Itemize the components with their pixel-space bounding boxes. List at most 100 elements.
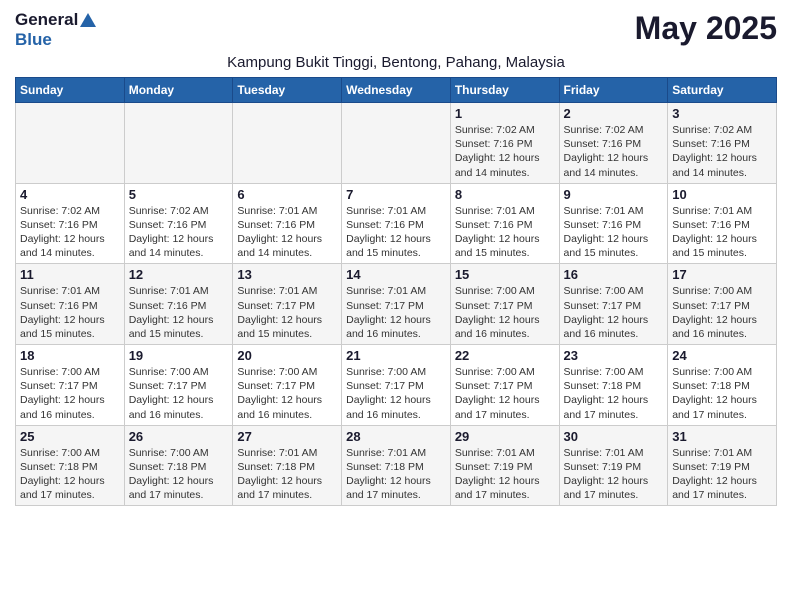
calendar-table: SundayMondayTuesdayWednesdayThursdayFrid…	[15, 77, 777, 506]
calendar-cell: 25Sunrise: 7:00 AM Sunset: 7:18 PM Dayli…	[16, 425, 125, 506]
day-number: 24	[672, 348, 772, 363]
day-info: Sunrise: 7:01 AM Sunset: 7:16 PM Dayligh…	[129, 284, 229, 341]
calendar-week-row: 11 Sunrise: 7:01 AM Sunset: 7:16 PM Dayli…	[16, 264, 777, 345]
calendar-cell: 8 Sunrise: 7:01 AM Sunset: 7:16 PM Daylig…	[450, 183, 559, 264]
day-info: Sunrise: 7:01 AM Sunset: 7:18 PM Dayligh…	[237, 446, 337, 503]
day-info: Sunrise: 7:00 AM Sunset: 7:17 PM Dayligh…	[346, 365, 446, 422]
logo: General Blue	[15, 10, 96, 50]
calendar-cell: 21 Sunrise: 7:00 AM Sunset: 7:17 PM Dayli…	[342, 345, 451, 426]
day-info: Sunrise: 7:01 AM Sunset: 7:16 PM Dayligh…	[20, 284, 120, 341]
day-number: 14	[346, 267, 446, 282]
day-number: 5	[129, 187, 229, 202]
calendar-cell: 29 Sunrise: 7:01 AM Sunset: 7:19 PM Dayli…	[450, 425, 559, 506]
day-info: Sunrise: 7:01 AM Sunset: 7:16 PM Dayligh…	[672, 204, 772, 261]
header-thursday: Thursday	[450, 78, 559, 103]
logo-icon	[80, 13, 96, 27]
header-tuesday: Tuesday	[233, 78, 342, 103]
day-number: 20	[237, 348, 337, 363]
calendar-cell: 10 Sunrise: 7:01 AM Sunset: 7:16 PM Dayli…	[668, 183, 777, 264]
calendar-cell: 7Sunrise: 7:01 AM Sunset: 7:16 PM Daylig…	[342, 183, 451, 264]
day-info: Sunrise: 7:00 AM Sunset: 7:18 PM Dayligh…	[20, 446, 120, 503]
day-number: 29	[455, 429, 555, 444]
day-info: Sunrise: 7:00 AM Sunset: 7:17 PM Dayligh…	[237, 365, 337, 422]
day-number: 22	[455, 348, 555, 363]
day-info: Sunrise: 7:01 AM Sunset: 7:16 PM Dayligh…	[455, 204, 555, 261]
calendar-week-row: 4 Sunrise: 7:02 AM Sunset: 7:16 PM Daylig…	[16, 183, 777, 264]
calendar-cell: 4 Sunrise: 7:02 AM Sunset: 7:16 PM Daylig…	[16, 183, 125, 264]
day-info: Sunrise: 7:02 AM Sunset: 7:16 PM Dayligh…	[129, 204, 229, 261]
day-info: Sunrise: 7:00 AM Sunset: 7:17 PM Dayligh…	[564, 284, 664, 341]
day-number: 10	[672, 187, 772, 202]
calendar-cell: 19Sunrise: 7:00 AM Sunset: 7:17 PM Dayli…	[124, 345, 233, 426]
calendar-cell: 24 Sunrise: 7:00 AM Sunset: 7:18 PM Dayli…	[668, 345, 777, 426]
calendar-cell: 20 Sunrise: 7:00 AM Sunset: 7:17 PM Dayli…	[233, 345, 342, 426]
day-number: 9	[564, 187, 664, 202]
calendar-cell: 11 Sunrise: 7:01 AM Sunset: 7:16 PM Dayli…	[16, 264, 125, 345]
day-info: Sunrise: 7:00 AM Sunset: 7:17 PM Dayligh…	[20, 365, 120, 422]
day-number: 18	[20, 348, 120, 363]
day-info: Sunrise: 7:00 AM Sunset: 7:17 PM Dayligh…	[672, 284, 772, 341]
calendar-cell: 28 Sunrise: 7:01 AM Sunset: 7:18 PM Dayli…	[342, 425, 451, 506]
day-number: 8	[455, 187, 555, 202]
calendar-cell: 5 Sunrise: 7:02 AM Sunset: 7:16 PM Daylig…	[124, 183, 233, 264]
day-number: 7	[346, 187, 446, 202]
day-number: 17	[672, 267, 772, 282]
logo-blue-text: Blue	[15, 30, 52, 49]
calendar-cell: 15Sunrise: 7:00 AM Sunset: 7:17 PM Dayli…	[450, 264, 559, 345]
day-number: 13	[237, 267, 337, 282]
day-info: Sunrise: 7:01 AM Sunset: 7:16 PM Dayligh…	[237, 204, 337, 261]
day-number: 6	[237, 187, 337, 202]
day-info: Sunrise: 7:01 AM Sunset: 7:19 PM Dayligh…	[564, 446, 664, 503]
day-info: Sunrise: 7:02 AM Sunset: 7:16 PM Dayligh…	[455, 123, 555, 180]
logo-general-text: General	[15, 10, 78, 30]
day-number: 28	[346, 429, 446, 444]
day-number: 1	[455, 106, 555, 121]
day-number: 11	[20, 267, 120, 282]
calendar-cell: 12Sunrise: 7:01 AM Sunset: 7:16 PM Dayli…	[124, 264, 233, 345]
day-info: Sunrise: 7:02 AM Sunset: 7:16 PM Dayligh…	[672, 123, 772, 180]
calendar-cell: 16 Sunrise: 7:00 AM Sunset: 7:17 PM Dayli…	[559, 264, 668, 345]
day-number: 3	[672, 106, 772, 121]
month-title: May 2025	[635, 10, 777, 47]
calendar-cell: 18 Sunrise: 7:00 AM Sunset: 7:17 PM Dayli…	[16, 345, 125, 426]
calendar-cell: 17 Sunrise: 7:00 AM Sunset: 7:17 PM Dayli…	[668, 264, 777, 345]
calendar-cell: 13Sunrise: 7:01 AM Sunset: 7:17 PM Dayli…	[233, 264, 342, 345]
day-number: 27	[237, 429, 337, 444]
calendar-cell: 30Sunrise: 7:01 AM Sunset: 7:19 PM Dayli…	[559, 425, 668, 506]
calendar-week-row: 1 Sunrise: 7:02 AM Sunset: 7:16 PM Daylig…	[16, 103, 777, 184]
calendar-cell: 1 Sunrise: 7:02 AM Sunset: 7:16 PM Daylig…	[450, 103, 559, 184]
calendar-cell: 6 Sunrise: 7:01 AM Sunset: 7:16 PM Daylig…	[233, 183, 342, 264]
calendar-cell: 14 Sunrise: 7:01 AM Sunset: 7:17 PM Dayli…	[342, 264, 451, 345]
day-info: Sunrise: 7:01 AM Sunset: 7:18 PM Dayligh…	[346, 446, 446, 503]
header-wednesday: Wednesday	[342, 78, 451, 103]
day-info: Sunrise: 7:00 AM Sunset: 7:17 PM Dayligh…	[129, 365, 229, 422]
day-number: 4	[20, 187, 120, 202]
day-info: Sunrise: 7:01 AM Sunset: 7:17 PM Dayligh…	[346, 284, 446, 341]
header-sunday: Sunday	[16, 78, 125, 103]
day-number: 31	[672, 429, 772, 444]
page-header: General Blue May 2025	[15, 10, 777, 50]
day-info: Sunrise: 7:01 AM Sunset: 7:19 PM Dayligh…	[455, 446, 555, 503]
day-number: 21	[346, 348, 446, 363]
calendar-cell	[233, 103, 342, 184]
day-info: Sunrise: 7:01 AM Sunset: 7:19 PM Dayligh…	[672, 446, 772, 503]
header-friday: Friday	[559, 78, 668, 103]
day-info: Sunrise: 7:02 AM Sunset: 7:16 PM Dayligh…	[564, 123, 664, 180]
calendar-cell: 23Sunrise: 7:00 AM Sunset: 7:18 PM Dayli…	[559, 345, 668, 426]
calendar-header-row: SundayMondayTuesdayWednesdayThursdayFrid…	[16, 78, 777, 103]
day-info: Sunrise: 7:00 AM Sunset: 7:17 PM Dayligh…	[455, 365, 555, 422]
calendar-cell	[16, 103, 125, 184]
calendar-cell: 2 Sunrise: 7:02 AM Sunset: 7:16 PM Daylig…	[559, 103, 668, 184]
day-info: Sunrise: 7:00 AM Sunset: 7:18 PM Dayligh…	[672, 365, 772, 422]
calendar-week-row: 18 Sunrise: 7:00 AM Sunset: 7:17 PM Dayli…	[16, 345, 777, 426]
calendar-cell: 22 Sunrise: 7:00 AM Sunset: 7:17 PM Dayli…	[450, 345, 559, 426]
calendar-cell	[342, 103, 451, 184]
day-number: 26	[129, 429, 229, 444]
day-info: Sunrise: 7:00 AM Sunset: 7:18 PM Dayligh…	[129, 446, 229, 503]
header-saturday: Saturday	[668, 78, 777, 103]
day-number: 2	[564, 106, 664, 121]
header-monday: Monday	[124, 78, 233, 103]
day-info: Sunrise: 7:02 AM Sunset: 7:16 PM Dayligh…	[20, 204, 120, 261]
day-number: 16	[564, 267, 664, 282]
day-info: Sunrise: 7:01 AM Sunset: 7:16 PM Dayligh…	[564, 204, 664, 261]
